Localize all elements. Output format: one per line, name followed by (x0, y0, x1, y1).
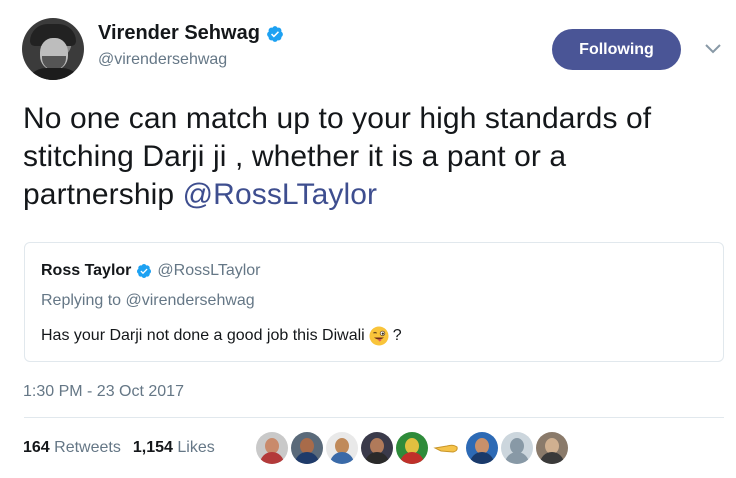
avatar-shirt (26, 68, 82, 80)
likes-stat[interactable]: 1,154 Likes (133, 439, 215, 457)
stats-divider (24, 417, 724, 418)
following-button[interactable]: Following (552, 29, 681, 70)
verified-icon (137, 264, 152, 278)
liker-avatar-3[interactable] (326, 432, 358, 464)
winking-tongue-emoji-icon (369, 326, 389, 346)
liker-avatar-1[interactable] (256, 432, 288, 464)
author-avatar[interactable] (22, 18, 84, 80)
quoted-text: Has your Darji not done a good job this … (41, 326, 402, 346)
quoted-tweet[interactable]: Ross Taylor @RossLTaylor Replying to @vi… (24, 242, 724, 362)
liker-avatar-5[interactable] (396, 432, 428, 464)
quoted-text-suffix: ? (392, 327, 402, 344)
quoted-author-handle[interactable]: @RossLTaylor (157, 262, 260, 280)
liker-avatar-2[interactable] (291, 432, 323, 464)
retweets-stat[interactable]: 164 Retweets (23, 439, 121, 457)
tweet-mention-link[interactable]: @RossLTaylor (183, 178, 378, 211)
author-handle[interactable]: @virendersehwag (98, 51, 227, 69)
quoted-header: Ross Taylor @RossLTaylor (41, 262, 261, 280)
tweet-text: No one can match up to your high standar… (23, 100, 723, 214)
chevron-down-icon[interactable] (704, 42, 722, 56)
liker-avatar-8-default[interactable] (501, 432, 533, 464)
pointing-hand-icon (433, 444, 458, 453)
retweets-label: Retweets (54, 439, 121, 456)
liker-avatar-6[interactable] (431, 432, 463, 464)
quoted-replying-to: Replying to @virendersehwag (41, 292, 255, 309)
liker-avatar-4[interactable] (361, 432, 393, 464)
retweets-count: 164 (23, 439, 50, 456)
tweet-timestamp[interactable]: 1:30 PM - 23 Oct 2017 (23, 383, 184, 401)
liker-avatar-7[interactable] (466, 432, 498, 464)
likes-label: Likes (177, 439, 215, 456)
tweet-stats: 164 Retweets 1,154 Likes (23, 439, 215, 457)
quoted-text-body: Has your Darji not done a good job this … (41, 327, 365, 344)
author-name-text[interactable]: Virender Sehwag (98, 22, 260, 45)
likers-list (256, 432, 568, 464)
liker-avatar-9[interactable] (536, 432, 568, 464)
quoted-author-name[interactable]: Ross Taylor (41, 262, 131, 280)
verified-icon (267, 25, 283, 42)
author-name[interactable]: Virender Sehwag (98, 22, 284, 45)
likes-count: 1,154 (132, 439, 173, 456)
